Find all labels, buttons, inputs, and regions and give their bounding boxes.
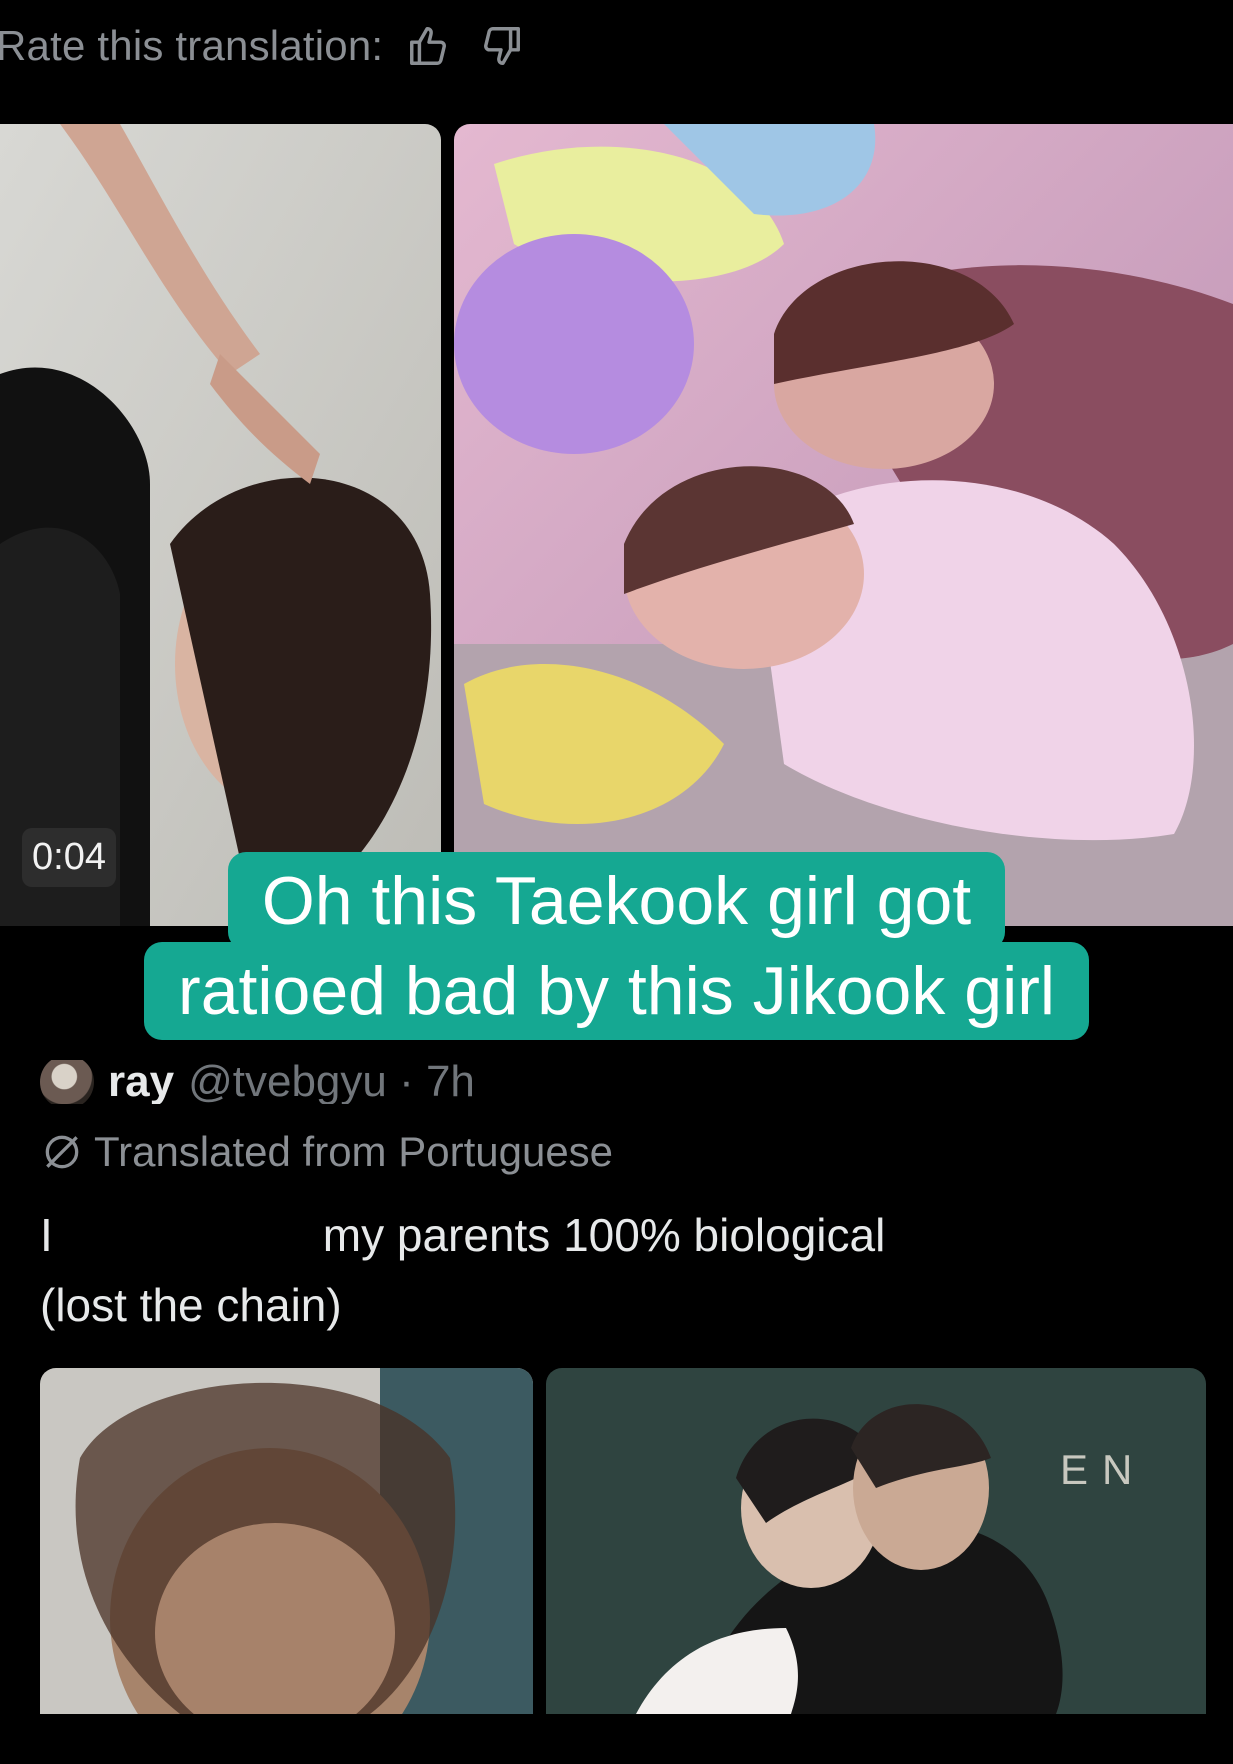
tweet-text-line2: (lost the chain) bbox=[40, 1279, 342, 1331]
caption-overlay: Oh this Taekook girl got ratioed bad by … bbox=[0, 852, 1233, 1040]
caption-line-1: Oh this Taekook girl got bbox=[227, 852, 1006, 950]
tweet-author-row[interactable]: ray @tvebgyu · 7h bbox=[40, 1060, 475, 1104]
translation-rating: Rate this translation: bbox=[0, 18, 527, 74]
author-name[interactable]: ray bbox=[108, 1060, 174, 1104]
translated-note: Translated from Portuguese bbox=[40, 1128, 613, 1176]
redacted-space bbox=[53, 1200, 323, 1270]
tweet-text: I my parents 100% biological (lost the c… bbox=[40, 1200, 1180, 1340]
caption-line-2: ratioed bad by this Jikook girl bbox=[144, 942, 1089, 1040]
translate-icon bbox=[45, 1135, 79, 1169]
translated-from-label: Translated from Portuguese bbox=[94, 1128, 614, 1175]
tweet-image[interactable] bbox=[40, 1368, 533, 1714]
tweet-text-line1-start: I bbox=[40, 1209, 53, 1261]
poster-text: EN bbox=[1060, 1446, 1146, 1493]
video-thumbnail[interactable] bbox=[0, 124, 441, 926]
tweet-image[interactable] bbox=[454, 124, 1233, 926]
author-handle: @tvebgyu · 7h bbox=[188, 1060, 475, 1104]
thumbs-up-icon[interactable] bbox=[403, 20, 455, 72]
rate-translation-label: Rate this translation: bbox=[0, 22, 384, 69]
tweet-text-line1-end: my parents 100% biological bbox=[322, 1209, 886, 1261]
thumbs-down-icon[interactable] bbox=[475, 20, 527, 72]
tweet-image[interactable]: EN bbox=[546, 1368, 1206, 1714]
avatar[interactable] bbox=[40, 1060, 94, 1104]
